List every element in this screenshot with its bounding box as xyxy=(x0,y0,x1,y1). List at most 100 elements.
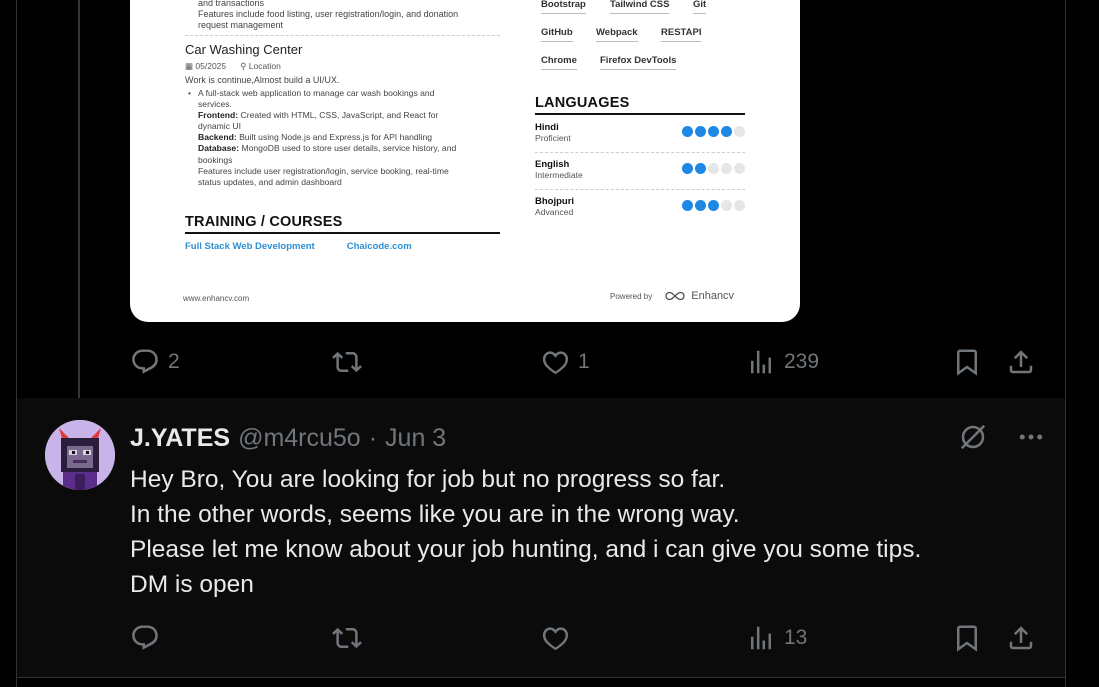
rating-dot-empty xyxy=(734,126,745,137)
share-icon xyxy=(1009,350,1033,374)
database-text: MongoDB used to store user details, serv… xyxy=(241,143,457,154)
views-icon xyxy=(751,626,771,650)
rating-dot-filled xyxy=(695,200,706,211)
skill-tag: Tailwind CSS xyxy=(610,0,670,14)
views-button[interactable]: 13 xyxy=(746,623,807,653)
rating-dot-filled xyxy=(695,126,706,137)
reply-line: Hey Bro, You are looking for job but no … xyxy=(130,466,726,493)
training-item: Full Stack Web Development xyxy=(185,241,315,252)
reply-count: 2 xyxy=(168,350,180,373)
language-item: English Intermediate xyxy=(535,159,745,180)
skill-tag: Webpack xyxy=(596,27,638,42)
rating-dot-empty xyxy=(708,163,719,174)
share-button[interactable] xyxy=(1006,347,1036,377)
bookmark-button[interactable] xyxy=(952,347,982,377)
location-icon: ⚲ Location xyxy=(240,61,281,71)
divider xyxy=(535,152,745,153)
reply-icon xyxy=(132,349,158,374)
separator-dot: · xyxy=(368,424,378,452)
rating-dot-filled xyxy=(682,200,693,211)
language-item: Hindi Proficient xyxy=(535,122,745,143)
languages-section-title: LANGUAGES xyxy=(535,95,630,111)
bookmark-button[interactable] xyxy=(952,623,982,653)
repost-icon xyxy=(332,351,362,373)
share-icon xyxy=(1009,626,1033,650)
reply-action-bar: 13 xyxy=(130,623,1035,653)
avatar[interactable] xyxy=(45,420,115,490)
project-meta: ▦ 05/2025 ⚲ Location xyxy=(185,61,281,72)
rating-dot-filled xyxy=(695,163,706,174)
frontend-label: Frontend: xyxy=(198,110,239,121)
repost-button[interactable] xyxy=(332,347,362,377)
powered-by-label: Powered by xyxy=(610,291,653,301)
bullet-line: Database: MongoDB used to store user det… xyxy=(185,143,500,154)
rating-dot-empty xyxy=(734,200,745,211)
resume-text-line: Features include food listing, user regi… xyxy=(198,9,459,19)
skill-tag: Git xyxy=(693,0,707,14)
bullet-line: status updates, and admin dashboard xyxy=(198,176,342,187)
language-item: Bhojpuri Advanced xyxy=(535,196,745,217)
bullet-line: Frontend: Created with HTML, CSS, JavaSc… xyxy=(185,110,500,121)
backend-text: Built using Node.js and Express.js for A… xyxy=(239,132,433,143)
like-count: 1 xyxy=(578,350,590,373)
reply-line: DM is open xyxy=(130,571,254,598)
infinity-icon xyxy=(665,291,685,301)
bullet-line: dynamic UI xyxy=(198,121,241,132)
view-count: 13 xyxy=(784,626,808,649)
resume-footer-url: www.enhancv.com xyxy=(183,294,250,303)
timestamp[interactable]: Jun 3 xyxy=(385,424,446,453)
post-action-bar: 2 1 239 xyxy=(130,347,1035,377)
bullet-line: A full-stack web application to manage c… xyxy=(185,88,500,99)
skill-tag: GitHub xyxy=(541,27,573,42)
post-image-resume[interactable]: and transactions Features include food l… xyxy=(130,0,800,322)
display-name[interactable]: J.YATES xyxy=(130,424,230,453)
bullet-line: bookings xyxy=(198,154,233,165)
section-rule xyxy=(535,113,745,115)
bookmark-icon xyxy=(957,349,977,376)
language-rating xyxy=(682,163,745,174)
bullet-line: Backend: Built using Node.js and Express… xyxy=(185,132,500,143)
rating-dot-empty xyxy=(721,200,732,211)
next-tweet-edge xyxy=(17,677,1065,687)
grok-icon[interactable] xyxy=(958,422,988,452)
skill-tag: Firefox DevTools xyxy=(600,55,677,70)
resume-text-line: and transactions xyxy=(198,0,265,8)
view-count: 239 xyxy=(784,350,820,373)
share-button[interactable] xyxy=(1006,623,1036,653)
user-handle[interactable]: @m4rcu5o xyxy=(238,424,361,453)
resume-footer-brand: Powered by Enhancv xyxy=(610,290,734,302)
more-options-icon[interactable] xyxy=(1016,422,1046,452)
reply-text: Hey Bro, You are looking for job but no … xyxy=(130,462,1030,602)
project-title: Car Washing Center xyxy=(185,42,303,57)
calendar-icon: ▦ 05/2025 xyxy=(185,61,227,71)
section-rule xyxy=(185,232,500,234)
training-item: Chaicode.com xyxy=(346,241,412,252)
database-label: Database: xyxy=(198,143,240,154)
language-rating xyxy=(682,126,745,137)
divider xyxy=(185,35,500,36)
resume-text-line: request management xyxy=(198,20,284,30)
reply-button[interactable] xyxy=(130,623,160,653)
views-icon xyxy=(751,350,771,374)
rating-dot-filled xyxy=(721,126,732,137)
language-rating xyxy=(682,200,745,211)
frontend-text: Created with HTML, CSS, JavaScript, and … xyxy=(240,110,439,121)
skill-tag: Chrome xyxy=(541,55,577,70)
reply-button[interactable]: 2 xyxy=(130,347,180,377)
reply-top-actions xyxy=(958,422,1046,452)
views-button[interactable]: 239 xyxy=(746,347,819,377)
rating-dot-filled xyxy=(708,200,719,211)
training-section-title: TRAINING / COURSES xyxy=(185,214,343,230)
repost-button[interactable] xyxy=(332,623,362,653)
reply-line: In the other words, seems like you are i… xyxy=(130,501,740,528)
like-button[interactable]: 1 xyxy=(540,347,590,377)
rating-dot-empty xyxy=(734,163,745,174)
skill-tag: RESTAPI xyxy=(661,27,702,42)
bookmark-icon xyxy=(957,625,977,652)
bullet-line: Features include user registration/login… xyxy=(198,165,449,176)
repost-icon xyxy=(332,627,362,649)
divider xyxy=(535,189,745,190)
project-date: 05/2025 xyxy=(195,61,227,71)
reply-line: Please let me know about your job huntin… xyxy=(130,536,922,563)
like-button[interactable] xyxy=(540,623,570,653)
